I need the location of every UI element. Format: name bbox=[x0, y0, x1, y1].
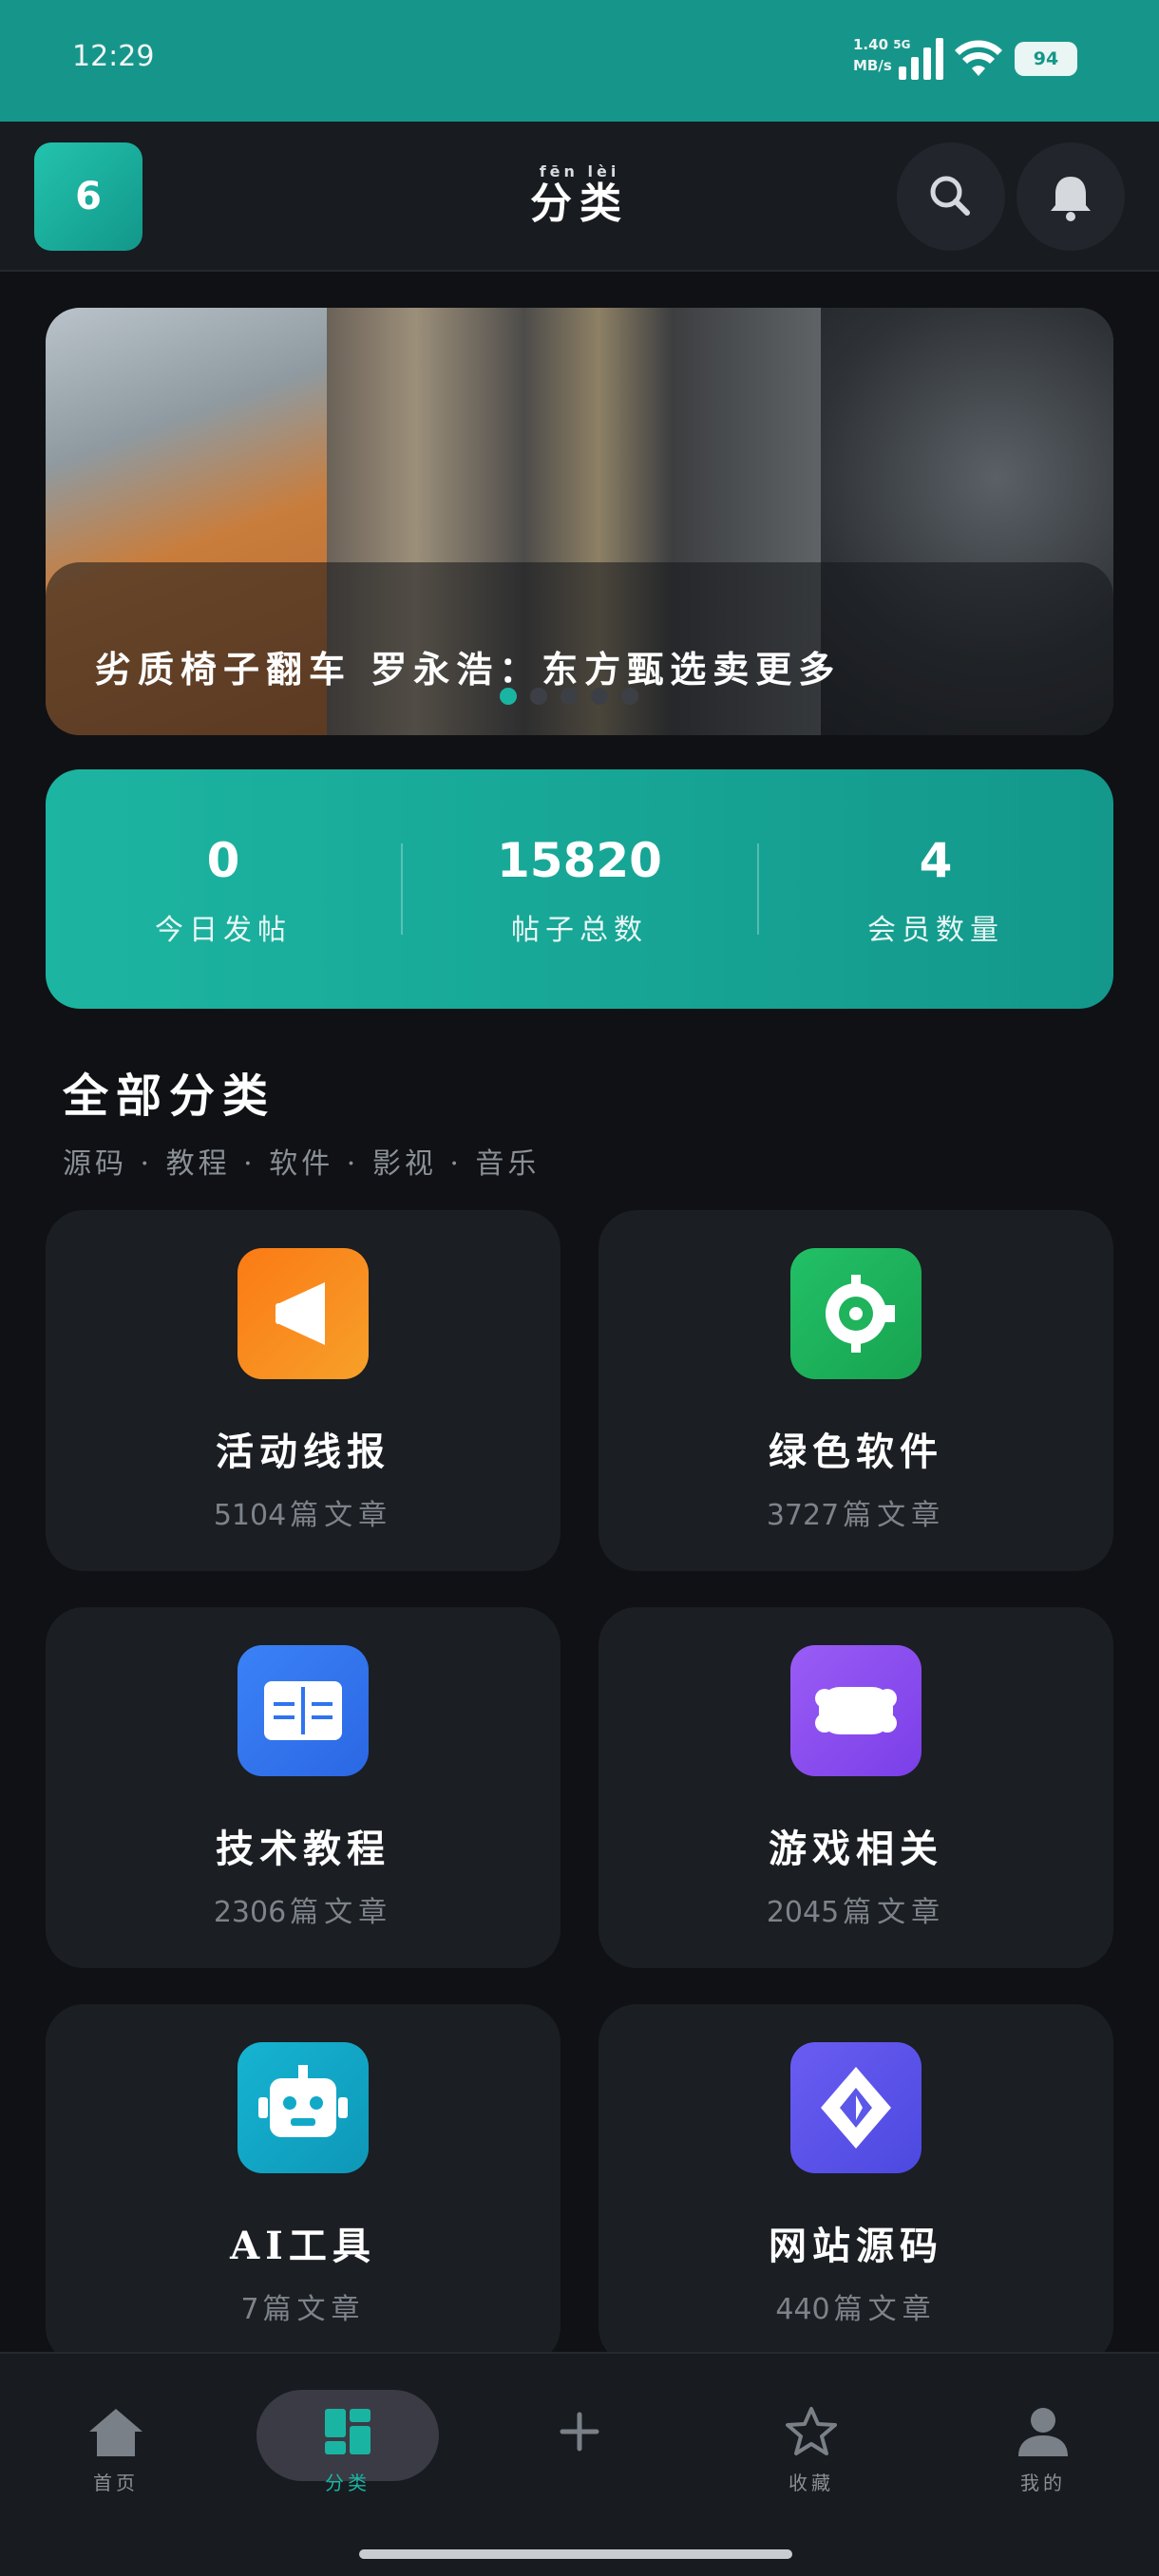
nav-label: 我的 bbox=[1020, 2472, 1066, 2494]
category-card-website-source[interactable]: 网站源码 440 篇文章 bbox=[598, 2004, 1113, 2365]
stat-value: 4 bbox=[919, 833, 953, 888]
category-name: 活动线报 bbox=[216, 1430, 390, 1474]
category-count-value: 2045 bbox=[766, 1896, 840, 1929]
page-title-pinyin: fēn lèi bbox=[539, 162, 620, 180]
plus-icon bbox=[560, 2412, 599, 2452]
software-icon bbox=[790, 1248, 922, 1379]
search-button[interactable] bbox=[897, 142, 1005, 251]
carousel-dot[interactable] bbox=[591, 688, 608, 705]
category-count-unit: 篇文章 bbox=[262, 2293, 366, 2326]
home-icon bbox=[89, 2409, 142, 2456]
stat-value: 0 bbox=[206, 833, 240, 888]
status-time: 12:29 bbox=[72, 40, 155, 73]
stat-today-posts: 0 今日发帖 bbox=[46, 832, 401, 948]
nav-label: 收藏 bbox=[788, 2472, 834, 2494]
category-card-software[interactable]: 绿色软件 3727 篇文章 bbox=[598, 1210, 1113, 1571]
carousel-dot[interactable] bbox=[500, 688, 517, 705]
diamond-icon bbox=[790, 2042, 922, 2173]
carousel-dot[interactable] bbox=[621, 688, 638, 705]
bell-icon bbox=[1051, 177, 1091, 221]
banner-carousel[interactable]: 劣质椅子翻车 罗永浩：东方甄选卖更多 bbox=[46, 308, 1113, 735]
nav-favorites[interactable]: 收藏 bbox=[735, 2405, 887, 2495]
category-count: 2306 篇文章 bbox=[46, 1888, 560, 1930]
page-title-text: 分类 bbox=[530, 180, 629, 228]
category-card-activity[interactable]: 活动线报 5104 篇文章 bbox=[46, 1210, 560, 1571]
user-icon bbox=[1018, 2408, 1068, 2456]
nav-add[interactable] bbox=[504, 2405, 656, 2468]
robot-icon bbox=[238, 2042, 369, 2173]
stat-label: 帖子总数 bbox=[511, 914, 648, 947]
stat-total-posts: 15820 帖子总数 bbox=[402, 832, 757, 948]
category-count: 440 篇文章 bbox=[598, 2285, 1113, 2327]
carousel-dots bbox=[500, 688, 652, 705]
nav-home[interactable]: 首页 bbox=[40, 2405, 192, 2495]
category-count-unit: 篇文章 bbox=[290, 1896, 393, 1929]
category-count: 2045 篇文章 bbox=[598, 1888, 1113, 1930]
section-title: 全部分类 bbox=[63, 1070, 276, 1123]
stat-label: 今日发帖 bbox=[155, 914, 292, 947]
category-count-value: 2306 bbox=[213, 1896, 287, 1929]
category-name: 绿色软件 bbox=[769, 1430, 943, 1474]
signal-icon bbox=[899, 38, 943, 80]
category-card-games[interactable]: 游戏相关 2045 篇文章 bbox=[598, 1607, 1113, 1968]
app-header: 6 fēn lèi 分类 bbox=[0, 122, 1159, 272]
carousel-dot[interactable] bbox=[560, 688, 578, 705]
book-icon bbox=[238, 1645, 369, 1776]
star-icon bbox=[786, 2407, 837, 2455]
megaphone-icon bbox=[238, 1248, 369, 1379]
category-count-value: 3727 bbox=[766, 1499, 840, 1532]
nav-profile[interactable]: 我的 bbox=[967, 2405, 1119, 2495]
category-name: 游戏相关 bbox=[769, 1827, 943, 1871]
category-count-value: 440 bbox=[775, 2293, 830, 2326]
page-title: fēn lèi 分类 bbox=[418, 163, 741, 228]
stat-label: 会员数量 bbox=[867, 914, 1004, 947]
nav-category[interactable]: 分类 bbox=[272, 2405, 424, 2495]
gamepad-icon bbox=[790, 1645, 922, 1776]
home-indicator[interactable] bbox=[359, 2549, 792, 2559]
category-count: 5104 篇文章 bbox=[46, 1491, 560, 1533]
category-name: 技术教程 bbox=[216, 1827, 390, 1871]
battery-indicator: 94 bbox=[1015, 42, 1077, 76]
category-count: 3727 篇文章 bbox=[598, 1491, 1113, 1533]
banner-caption: 劣质椅子翻车 罗永浩：东方甄选卖更多 bbox=[95, 648, 842, 691]
category-count-unit: 篇文章 bbox=[843, 1499, 946, 1532]
status-bar: 12:29 1.40 5G MB/s 94 bbox=[0, 0, 1159, 122]
section-subtitle: 源码 · 教程 · 软件 · 影视 · 音乐 bbox=[63, 1147, 541, 1181]
nav-label: 首页 bbox=[93, 2472, 139, 2494]
category-count-unit: 篇文章 bbox=[833, 2293, 937, 2326]
wifi-icon bbox=[955, 40, 1002, 76]
category-icon bbox=[325, 2409, 370, 2454]
search-icon bbox=[930, 176, 970, 216]
notification-button[interactable] bbox=[1016, 142, 1125, 251]
carousel-dot[interactable] bbox=[530, 688, 547, 705]
category-name: AI工具 bbox=[230, 2224, 376, 2268]
category-card-tutorials[interactable]: 技术教程 2306 篇文章 bbox=[46, 1607, 560, 1968]
category-name: 网站源码 bbox=[769, 2224, 943, 2268]
app-logo[interactable]: 6 bbox=[34, 142, 142, 251]
network-speed-unit: MB/s bbox=[853, 57, 892, 74]
category-count-unit: 篇文章 bbox=[843, 1896, 946, 1929]
stat-members: 4 会员数量 bbox=[758, 832, 1113, 948]
category-count-unit: 篇文章 bbox=[290, 1499, 393, 1532]
category-card-ai-tools[interactable]: AI工具 7 篇文章 bbox=[46, 2004, 560, 2365]
category-count-value: 5104 bbox=[213, 1499, 287, 1532]
nav-label: 分类 bbox=[325, 2472, 370, 2494]
network-speed-value: 1.40 bbox=[853, 36, 889, 53]
category-count: 7 篇文章 bbox=[46, 2285, 560, 2327]
stats-panel: 0 今日发帖 15820 帖子总数 4 会员数量 bbox=[46, 769, 1113, 1009]
stat-value: 15820 bbox=[497, 833, 662, 888]
category-count-value: 7 bbox=[240, 2293, 259, 2326]
bottom-nav: 首页 分类 收藏 我的 bbox=[0, 2352, 1159, 2576]
